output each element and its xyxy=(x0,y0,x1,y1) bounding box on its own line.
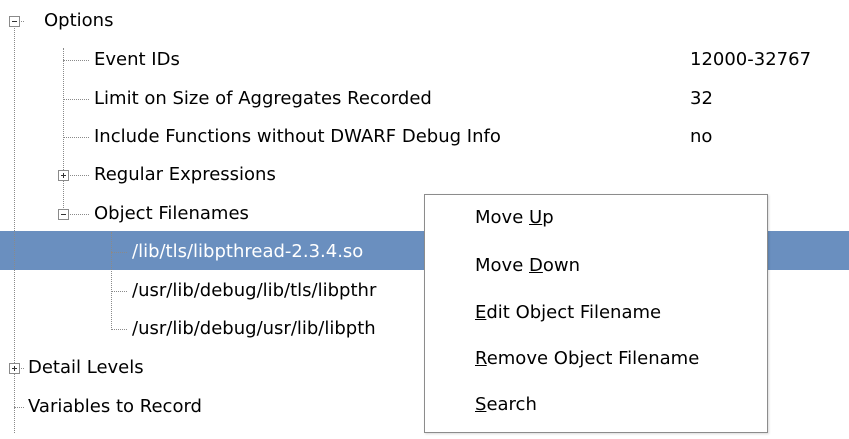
menu-item-remove-object-filename[interactable]: Remove Object Filename xyxy=(475,348,699,370)
menu-item-edit-object-filename[interactable]: Edit Object Filename xyxy=(475,302,661,324)
tree-node-regular-expressions[interactable]: Regular Expressions xyxy=(94,164,276,186)
collapse-icon[interactable] xyxy=(58,209,69,220)
tree-guide-options xyxy=(63,48,64,214)
tree-node-file-selected[interactable]: /lib/tls/libpthread-2.3.4.so xyxy=(132,241,363,263)
menu-item-move-up[interactable]: Move Up xyxy=(475,207,554,229)
menu-item-label: Move xyxy=(475,207,529,228)
menu-item-label: p xyxy=(542,207,554,228)
include-functions-value: no xyxy=(690,126,713,147)
menu-item-move-down[interactable]: Move Down xyxy=(475,255,580,277)
mnemonic: D xyxy=(529,255,543,276)
tree-node-event-ids[interactable]: Event IDs xyxy=(94,49,180,71)
menu-item-label: Move xyxy=(475,255,529,276)
tree-guide-object-filenames xyxy=(111,232,112,330)
menu-item-label: dit Object Filename xyxy=(486,302,662,323)
menu-item-search[interactable]: Search xyxy=(475,394,537,416)
tree-node-limit-size[interactable]: Limit on Size of Aggregates Recorded xyxy=(94,88,432,110)
tree-node-file[interactable]: /usr/lib/debug/lib/tls/libpthr xyxy=(132,280,376,302)
tree-node-object-filenames[interactable]: Object Filenames xyxy=(94,203,249,225)
menu-item-label: emove Object Filename xyxy=(486,348,700,369)
mnemonic: R xyxy=(475,348,487,369)
mnemonic: E xyxy=(475,302,487,323)
tree-connector xyxy=(63,60,89,61)
expand-icon[interactable] xyxy=(58,170,69,181)
tree-node-include-functions[interactable]: Include Functions without DWARF Debug In… xyxy=(94,126,501,148)
tree-connector xyxy=(111,252,127,253)
tree-node-file[interactable]: /usr/lib/debug/usr/lib/libpth xyxy=(132,318,376,340)
limit-size-value: 32 xyxy=(690,88,713,109)
tree-connector xyxy=(63,99,89,100)
expand-icon[interactable] xyxy=(9,363,20,374)
tree-node-variables-to-record[interactable]: Variables to Record xyxy=(28,396,202,418)
menu-item-label: earch xyxy=(486,394,537,415)
context-menu: Move Up Move Down Edit Object Filename R… xyxy=(424,194,768,433)
mnemonic: S xyxy=(475,394,487,415)
tree-node-options[interactable]: Options xyxy=(44,10,113,32)
tree-connector xyxy=(14,407,24,408)
tree-connector xyxy=(111,329,127,330)
tree-connector xyxy=(63,137,89,138)
tree-connector xyxy=(111,291,127,292)
collapse-icon[interactable] xyxy=(9,16,20,27)
mnemonic: U xyxy=(529,207,543,228)
menu-item-label: own xyxy=(542,255,581,276)
event-ids-value: 12000-32767 xyxy=(690,49,812,70)
tree-node-detail-levels[interactable]: Detail Levels xyxy=(28,357,144,379)
